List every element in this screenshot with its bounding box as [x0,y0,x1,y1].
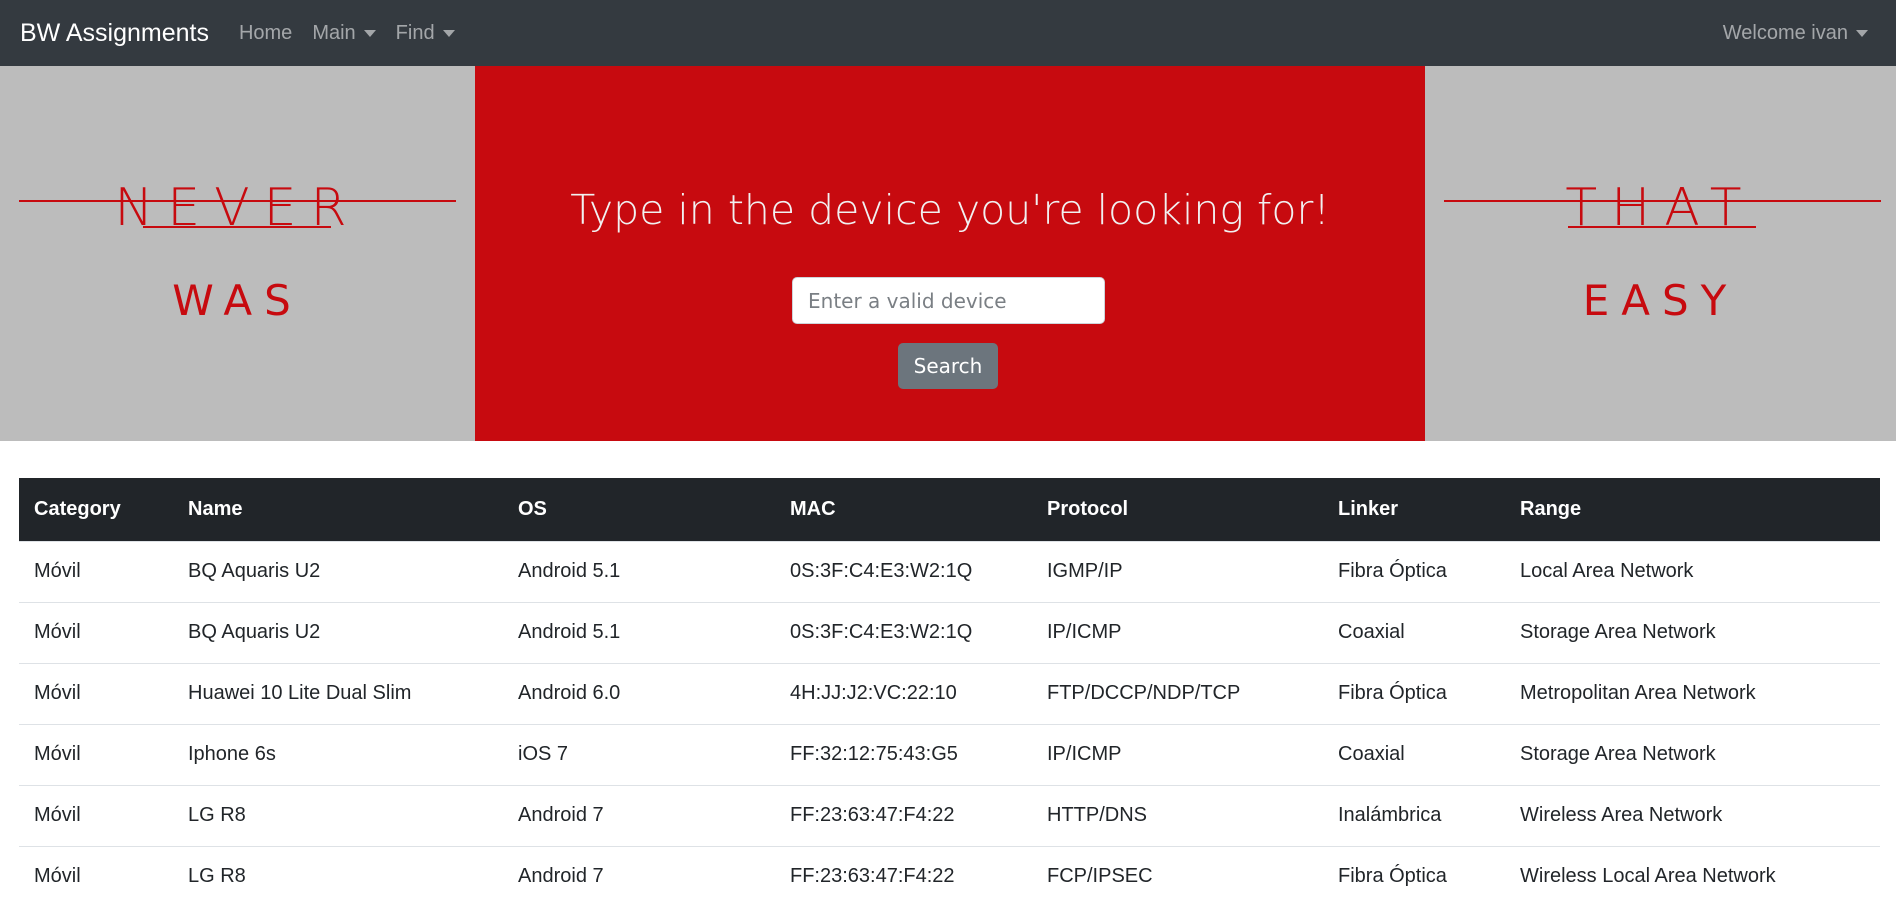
cell-range: Storage Area Network [1505,723,1880,785]
table-body: Móvil BQ Aquaris U2 Android 5.1 0S:3F:C4… [19,540,1880,907]
hero-left-bottom-word: WAS [172,276,303,325]
cell-category: Móvil [19,723,173,785]
nav-home-link[interactable]: Home [239,22,292,45]
column-header-protocol: Protocol [1032,478,1323,541]
column-header-os: OS [503,478,775,541]
caret-down-icon [363,29,376,37]
cell-linker: Fibra Óptica [1323,845,1505,907]
caret-down-icon [442,29,455,37]
brand-link[interactable]: BW Assignments [20,19,209,48]
column-header-category: Category [19,478,173,541]
table-row: Móvil Huawei 10 Lite Dual Slim Android 6… [19,662,1880,724]
table-header-row: Category Name OS MAC Protocol Linker Ran… [19,478,1880,541]
cell-mac: FF:32:12:75:43:G5 [775,723,1032,785]
user-menu-label: Welcome ivan [1722,21,1848,44]
cell-range: Metropolitan Area Network [1505,662,1880,724]
cell-linker: Coaxial [1323,601,1505,663]
cell-category: Móvil [19,784,173,846]
cell-range: Wireless Area Network [1505,784,1880,846]
nav-find-dropdown[interactable]: Find [396,22,455,45]
cell-linker: Fibra Óptica [1323,662,1505,724]
cell-name: Huawei 10 Lite Dual Slim [173,662,503,724]
cell-category: Móvil [19,601,173,663]
devices-table: Category Name OS MAC Protocol Linker Ran… [19,478,1880,907]
cell-mac: FF:23:63:47:F4:22 [775,784,1032,846]
cell-mac: 0S:3F:C4:E3:W2:1Q [775,540,1032,602]
cell-category: Móvil [19,540,173,602]
cell-range: Storage Area Network [1505,601,1880,663]
cell-protocol: IP/ICMP [1032,601,1323,663]
cell-mac: 0S:3F:C4:E3:W2:1Q [775,601,1032,663]
hero-banner: NEVER WAS Type in the device you're look… [0,66,1896,441]
cell-os: Android 6.0 [503,662,775,724]
cell-protocol: FCP/IPSEC [1032,845,1323,907]
cell-category: Móvil [19,662,173,724]
cell-name: Iphone 6s [173,723,503,785]
cell-linker: Fibra Óptica [1323,540,1505,602]
cell-os: Android 5.1 [503,601,775,663]
nav-home-label: Home [238,21,293,44]
user-menu-container: Welcome ivan [1723,0,1868,66]
column-header-mac: MAC [775,478,1032,541]
search-button[interactable]: Search [898,343,998,389]
hero-right-short-divider [1568,226,1756,228]
cell-category: Móvil [19,845,173,907]
cell-range: Wireless Local Area Network [1505,845,1880,907]
cell-name: BQ Aquaris U2 [173,540,503,602]
nav-main-dropdown[interactable]: Main [312,21,376,45]
hero-title: Type in the device you're looking for! [570,186,1330,234]
device-search-input[interactable] [792,277,1105,324]
cell-linker: Inalámbrica [1323,784,1505,846]
cell-name: BQ Aquaris U2 [173,601,503,663]
column-header-linker: Linker [1323,478,1505,541]
hero-right-long-divider [1444,200,1881,202]
table-row: Móvil Iphone 6s iOS 7 FF:32:12:75:43:G5 … [19,723,1880,785]
table-row: Móvil BQ Aquaris U2 Android 5.1 0S:3F:C4… [19,601,1880,663]
cell-range: Local Area Network [1505,540,1880,602]
hero-left-top-word: NEVER [114,178,361,238]
column-header-name: Name [173,478,503,541]
table-header: Category Name OS MAC Protocol Linker Ran… [19,478,1880,541]
cell-name: LG R8 [173,784,503,846]
cell-linker: Coaxial [1323,723,1505,785]
table-row: Móvil LG R8 Android 7 FF:23:63:47:F4:22 … [19,784,1880,846]
caret-down-icon [1856,29,1868,37]
cell-os: Android 7 [503,784,775,846]
cell-name: LG R8 [173,845,503,907]
top-navbar: BW Assignments Home Main Find Welcome iv… [0,0,1896,66]
devices-table-container: Category Name OS MAC Protocol Linker Ran… [19,478,1880,907]
cell-protocol: FTP/DCCP/NDP/TCP [1032,662,1323,724]
column-header-range: Range [1505,478,1880,541]
cell-protocol: IGMP/IP [1032,540,1323,602]
hero-search-panel: Type in the device you're looking for! S… [475,66,1425,441]
cell-os: Android 7 [503,845,775,907]
table-row: Móvil BQ Aquaris U2 Android 5.1 0S:3F:C4… [19,540,1880,602]
hero-left-short-divider [143,226,331,228]
nav-main-label: Main [312,21,356,44]
cell-mac: 4H:JJ:J2:VC:22:10 [775,662,1032,724]
hero-right-top-word: THAT [1565,178,1756,238]
hero-left-panel: NEVER WAS [0,66,475,441]
cell-os: iOS 7 [503,723,775,785]
hero-right-bottom-word: EASY [1582,276,1739,325]
cell-protocol: IP/ICMP [1032,723,1323,785]
cell-os: Android 5.1 [503,540,775,602]
hero-left-long-divider [19,200,456,202]
table-row: Móvil LG R8 Android 7 FF:23:63:47:F4:22 … [19,845,1880,907]
nav-find-label: Find [395,21,435,44]
cell-protocol: HTTP/DNS [1032,784,1323,846]
user-menu-dropdown[interactable]: Welcome ivan [1723,22,1868,45]
hero-right-panel: THAT EASY [1425,66,1896,441]
cell-mac: FF:23:63:47:F4:22 [775,845,1032,907]
